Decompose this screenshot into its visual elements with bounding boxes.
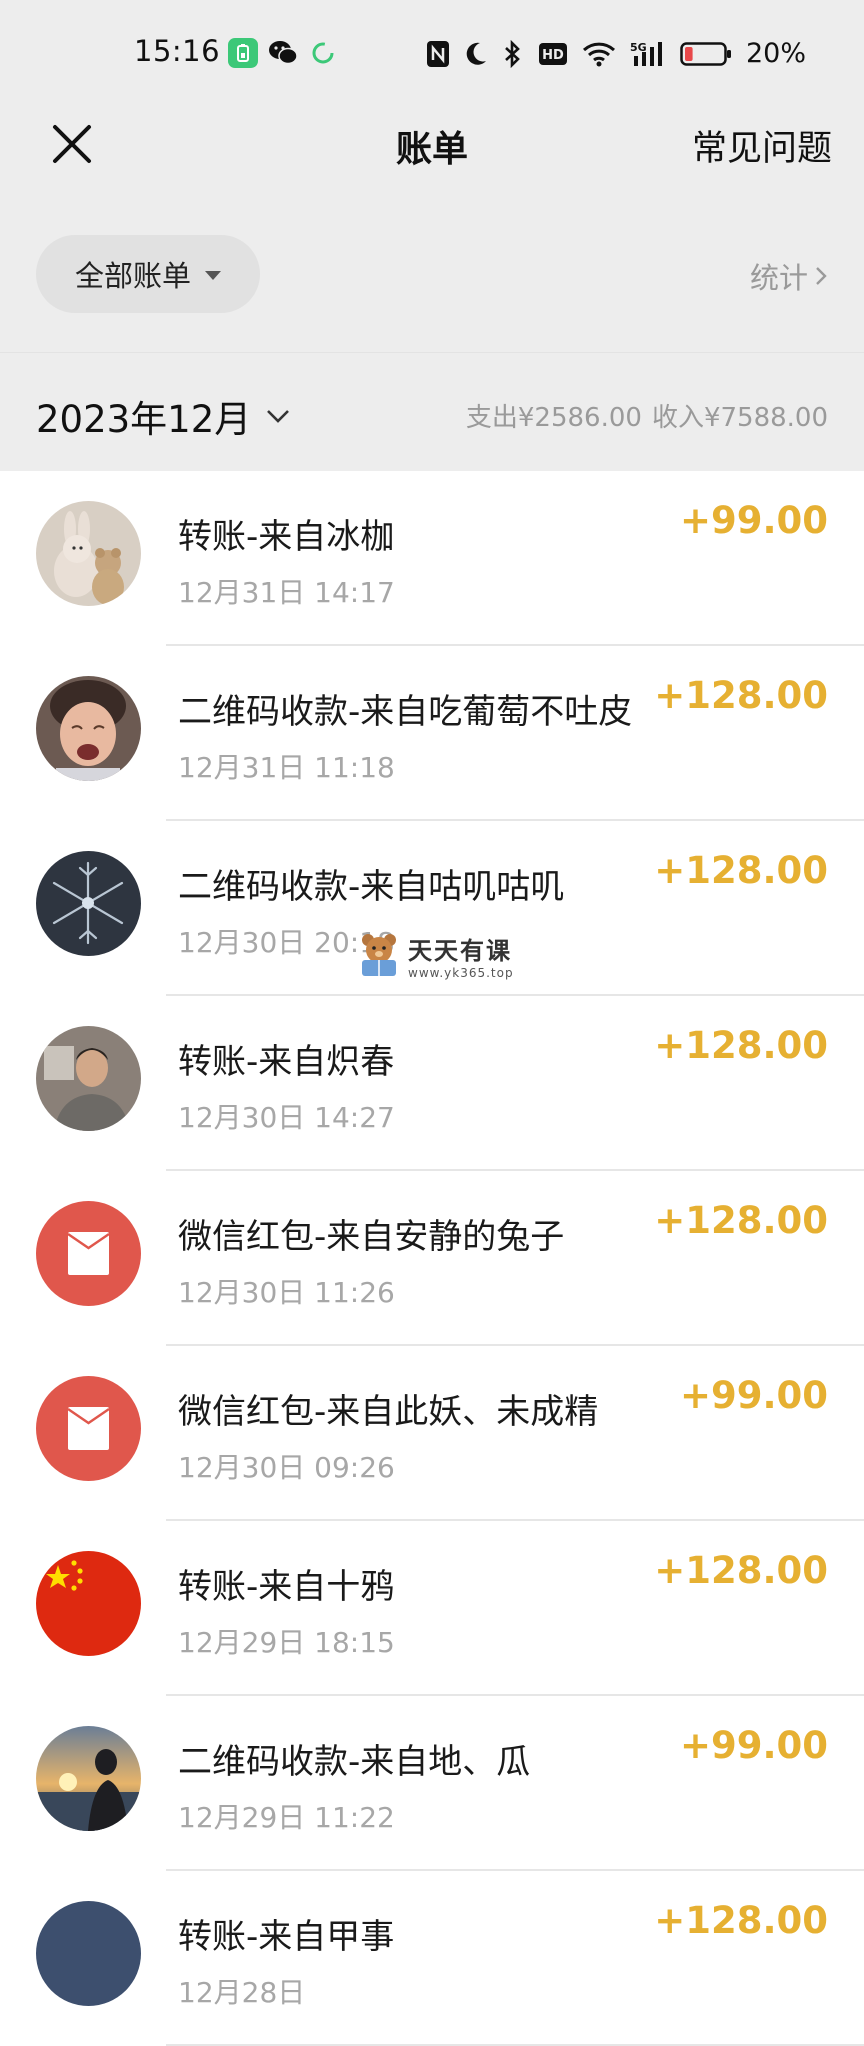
avatar [36, 851, 141, 956]
status-time: 15:16 [134, 34, 221, 68]
transaction-amount: +99.00 [679, 499, 828, 542]
month-picker[interactable]: 2023年12月 [36, 389, 291, 443]
transaction-title: 二维码收款-来自地、瓜 [178, 1742, 531, 1782]
transaction-row[interactable]: 转账-来自甲事 12月28日 +128.00 [0, 1871, 864, 2046]
transaction-amount: +128.00 [654, 674, 828, 717]
signal-icon: 5G [630, 40, 666, 68]
transaction-row[interactable]: 二维码收款-来自吃葡萄不吐皮 12月31日 11:18 +128.00 [0, 646, 864, 821]
transaction-row[interactable]: 转账-来自炽春 12月30日 14:27 +128.00 [0, 996, 864, 1171]
transaction-date: 12月28日 [178, 1976, 306, 2009]
transaction-date: 12月30日 14:27 [178, 1101, 395, 1134]
transaction-amount: +128.00 [654, 1199, 828, 1242]
wechat-icon [268, 38, 298, 68]
battery-icon [680, 41, 732, 67]
transaction-title: 转账-来自十鸦 [178, 1567, 395, 1607]
nfc-icon [426, 40, 450, 68]
transaction-title: 二维码收款-来自咕叽咕叽 [178, 867, 565, 907]
hd-badge-text: HD [542, 48, 564, 63]
transaction-row[interactable]: 转账-来自冰枷 12月31日 14:17 +99.00 [0, 471, 864, 646]
stats-link[interactable]: 统计 [750, 255, 828, 297]
month-income: 收入¥7588.00 [651, 403, 828, 433]
transaction-list: 转账-来自冰枷 12月31日 14:17 +99.00 二维码收款-来自吃葡萄不吐皮 1… [0, 471, 864, 2046]
sync-icon [308, 38, 338, 68]
avatar [36, 1726, 141, 1831]
transaction-amount: +128.00 [654, 1024, 828, 1067]
month-label: 2023年12月 [36, 398, 252, 441]
transaction-date: 12月31日 11:18 [178, 751, 395, 784]
red-packet-icon [36, 1376, 141, 1481]
top-area: 15:16 HD 5G 20% 账单 常见问题 全部账单 统计 [0, 0, 864, 352]
status-bar: 15:16 HD 5G 20% [0, 0, 864, 110]
bill-filter-dropdown[interactable]: 全部账单 [36, 235, 260, 313]
transaction-row[interactable]: 二维码收款-来自地、瓜 12月29日 11:22 +99.00 [0, 1696, 864, 1871]
battery-level-fill [684, 46, 693, 61]
month-expense: 支出¥2586.00 [465, 403, 642, 433]
transaction-amount: +99.00 [679, 1374, 828, 1417]
transaction-amount: +128.00 [654, 1899, 828, 1942]
battery-saver-icon [228, 38, 258, 68]
moon-icon [464, 41, 488, 67]
transaction-row[interactable]: 微信红包-来自此妖、未成精 12月30日 09:26 +99.00 [0, 1346, 864, 1521]
avatar [36, 1551, 141, 1656]
chevron-down-icon [267, 410, 290, 423]
faq-link[interactable]: 常见问题 [692, 120, 832, 171]
status-notification-icons [228, 38, 338, 68]
transaction-row[interactable]: 转账-来自十鸦 12月29日 18:15 +128.00 [0, 1521, 864, 1696]
red-packet-icon [36, 1201, 141, 1306]
transaction-title: 微信红包-来自安静的兔子 [178, 1217, 565, 1257]
chevron-right-icon [816, 267, 827, 285]
caret-down-icon [205, 270, 221, 280]
avatar [36, 676, 141, 781]
avatar [36, 1901, 141, 2006]
transaction-row[interactable]: 微信红包-来自安静的兔子 12月30日 11:26 +128.00 [0, 1171, 864, 1346]
stats-label: 统计 [749, 261, 808, 295]
transaction-date: 12月29日 18:15 [178, 1626, 395, 1659]
avatar [36, 501, 141, 606]
wifi-icon [582, 41, 616, 67]
watermark-url: www.yk365.top [408, 965, 514, 980]
bluetooth-icon [502, 39, 524, 68]
watermark: 天天有课 www.yk365.top [356, 930, 514, 980]
transaction-amount: +99.00 [679, 1724, 828, 1767]
transaction-title: 转账-来自甲事 [178, 1917, 395, 1957]
transaction-date: 12月30日 11:26 [178, 1276, 395, 1309]
transaction-date: 12月30日 09:26 [178, 1451, 395, 1484]
battery-percent: 20% [745, 38, 806, 69]
month-summary: 支出¥2586.00 收入¥7588.00 [466, 397, 828, 434]
status-system-icons: HD 5G 20% [426, 38, 806, 69]
bear-reading-icon [362, 934, 396, 976]
avatar [36, 1026, 141, 1131]
transaction-title: 微信红包-来自此妖、未成精 [178, 1392, 599, 1432]
month-header: 2023年12月 支出¥2586.00 收入¥7588.00 [0, 352, 864, 471]
transaction-title: 二维码收款-来自吃葡萄不吐皮 [178, 692, 633, 732]
hd-icon: HD [538, 42, 568, 66]
transaction-title: 转账-来自冰枷 [178, 517, 395, 557]
transaction-amount: +128.00 [654, 849, 828, 892]
watermark-title: 天天有课 [408, 936, 512, 965]
transaction-amount: +128.00 [654, 1549, 828, 1592]
bill-filter-label: 全部账单 [74, 259, 191, 293]
transaction-title: 转账-来自炽春 [178, 1042, 395, 1082]
nav-bar: 账单 常见问题 [0, 110, 864, 210]
transaction-date: 12月29日 11:22 [178, 1801, 395, 1834]
transaction-date: 12月31日 14:17 [178, 576, 395, 609]
filter-row: 全部账单 统计 [0, 235, 864, 315]
